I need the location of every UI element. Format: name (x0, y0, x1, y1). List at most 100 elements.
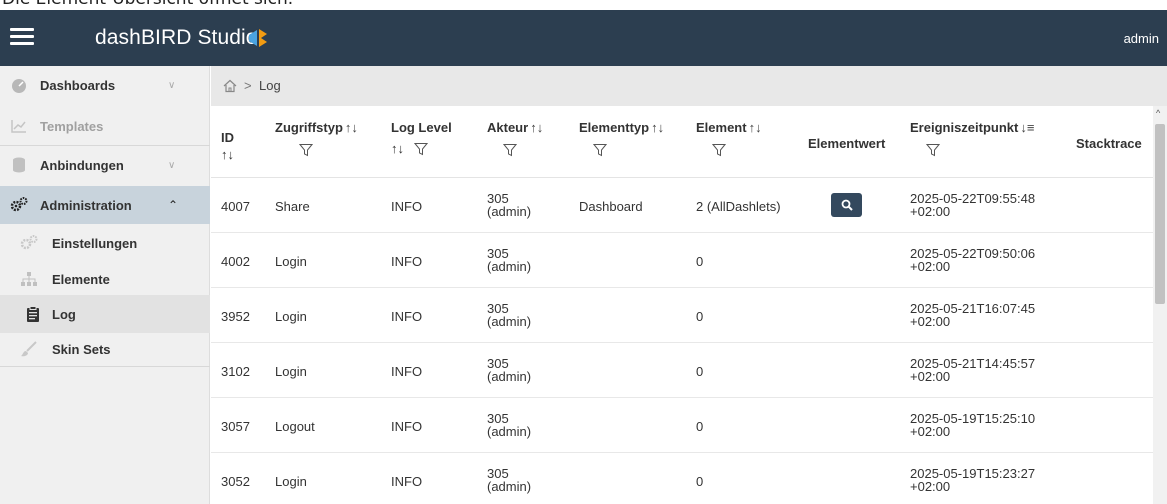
sidebar-item-elemente[interactable]: Elemente (0, 260, 210, 298)
table-row[interactable]: 3952 Login INFO 305 (admin) 0 2025-05-21T… (211, 288, 1153, 343)
hamburger-menu-icon[interactable] (10, 25, 34, 51)
column-header-element[interactable]: Element ↑↓ (696, 120, 762, 157)
column-header-akteur[interactable]: Akteur ↑↓ (487, 120, 543, 157)
sidebar-item-label: Anbindungen (40, 157, 124, 173)
cell-id: 4002 (221, 254, 250, 269)
cell-id: 3952 (221, 309, 250, 324)
cell-log-level: INFO (391, 474, 423, 489)
app-title: dashBIRD Studio (95, 26, 258, 49)
table-header: ID ↑↓ Zugriffstyp ↑↓ Log Level ↑↓ Akteur ↑… (211, 106, 1153, 178)
sidebar-item-templates[interactable]: Templates (0, 107, 210, 145)
cell-ereigniszeitpunkt: 2025-05-22T09:50:06 +02:00 (910, 246, 1036, 274)
log-table: ID ↑↓ Zugriffstyp ↑↓ Log Level ↑↓ Akteur ↑… (211, 106, 1153, 504)
sidebar-item-label: Einstellungen (52, 235, 138, 251)
cell-zugriffstyp: Login (275, 254, 307, 269)
filter-icon[interactable] (926, 143, 940, 157)
clipboard-icon (27, 306, 39, 322)
cell-akteur: 305 (admin) (487, 301, 532, 329)
gears-icon (10, 197, 28, 212)
cell-akteur: 305 (admin) (487, 466, 532, 494)
scrollbar-thumb[interactable] (1155, 124, 1165, 304)
chevron-down-icon: ∨ (168, 159, 176, 171)
cell-ereigniszeitpunkt: 2025-05-19T15:23:27 +02:00 (910, 466, 1036, 494)
user-menu[interactable]: admin (1124, 31, 1159, 46)
cell-zugriffstyp: Share (275, 199, 310, 214)
cell-ereigniszeitpunkt: 2025-05-21T14:45:57 +02:00 (910, 356, 1036, 384)
table-row[interactable]: 3052 Login INFO 305 (admin) 0 2025-05-19T… (211, 453, 1153, 504)
column-header-elementtyp[interactable]: Elementtyp ↑↓ (579, 120, 664, 157)
gears-icon (20, 235, 38, 250)
home-icon[interactable] (223, 79, 237, 93)
cell-log-level: INFO (391, 199, 423, 214)
cell-id: 3052 (221, 474, 250, 489)
sidebar-item-einstellungen[interactable]: Einstellungen (0, 224, 210, 262)
cell-element: 2 (AllDashlets) (696, 199, 781, 214)
sort-icon[interactable]: ↑↓ (221, 147, 234, 162)
table-row[interactable]: 3102 Login INFO 305 (admin) 0 2025-05-21T… (211, 343, 1153, 398)
sidebar-divider (0, 366, 210, 367)
page-caption: Die Element-Übersicht öffnet sich. (0, 0, 1167, 10)
sidebar-item-label: Dashboards (40, 77, 116, 93)
sitemap-icon (21, 272, 37, 286)
table-row[interactable]: 3057 Logout INFO 305 (admin) 0 2025-05-19… (211, 398, 1153, 453)
table-row[interactable]: 4002 Login INFO 305 (admin) 0 2025-05-22T… (211, 233, 1153, 288)
cell-log-level: INFO (391, 254, 423, 269)
sidebar-item-label: Administration (40, 197, 132, 213)
cell-element: 0 (696, 254, 704, 269)
sidebar-item-administration[interactable]: Administration ⌃ (0, 186, 210, 224)
vertical-scrollbar[interactable]: ^ (1153, 106, 1167, 504)
sort-icon[interactable]: ↑↓ (651, 120, 664, 135)
filter-icon[interactable] (712, 143, 726, 157)
filter-icon[interactable] (593, 143, 607, 157)
sidebar-item-label: Skin Sets (52, 341, 111, 357)
table-row[interactable]: 4007 Share INFO 305 (admin) Dashboard 2 (… (211, 178, 1153, 233)
chart-icon (11, 120, 26, 133)
cell-log-level: INFO (391, 309, 423, 324)
chevron-down-icon: ∨ (168, 79, 176, 91)
cell-log-level: INFO (391, 364, 423, 379)
filter-icon[interactable] (414, 142, 428, 156)
cell-zugriffstyp: Logout (275, 419, 315, 434)
cell-zugriffstyp: Login (275, 309, 307, 324)
scroll-up-arrow-icon[interactable]: ^ (1156, 108, 1160, 118)
cell-ereigniszeitpunkt: 2025-05-21T16:07:45 +02:00 (910, 301, 1036, 329)
cell-akteur: 305 (admin) (487, 191, 532, 219)
cell-ereigniszeitpunkt: 2025-05-22T09:55:48 +02:00 (910, 191, 1036, 219)
chevron-up-icon: ⌃ (168, 198, 179, 212)
column-header-ereigniszeitpunkt[interactable]: Ereigniszeitpunkt ↓≡ (910, 120, 1034, 157)
column-header-id[interactable]: ID ↑↓ (221, 130, 234, 162)
sidebar-item-log[interactable]: Log (0, 295, 210, 333)
cell-id: 4007 (221, 199, 250, 214)
breadcrumb-current: Log (259, 78, 281, 93)
sort-icon[interactable]: ↑↓ (749, 120, 762, 135)
cell-id: 3102 (221, 364, 250, 379)
sidebar-item-skin-sets[interactable]: Skin Sets (0, 330, 210, 368)
breadcrumb-separator: > (244, 78, 252, 93)
cell-elementtyp: Dashboard (579, 199, 643, 214)
sort-icon[interactable]: ↑↓ (345, 120, 358, 135)
breadcrumb: > Log (211, 66, 1167, 106)
dashboard-gauge-icon (12, 79, 26, 93)
top-bar: dashBIRD Studio admin (0, 10, 1167, 66)
sidebar-item-anbindungen[interactable]: Anbindungen ∨ (0, 146, 210, 184)
cell-log-level: INFO (391, 419, 423, 434)
cell-akteur: 305 (admin) (487, 246, 532, 274)
sort-icon[interactable]: ↑↓ (391, 141, 404, 156)
search-icon (841, 199, 853, 211)
database-icon (13, 157, 25, 173)
sort-desc-icon[interactable]: ↓≡ (1020, 120, 1034, 135)
cell-element: 0 (696, 309, 704, 324)
cell-id: 3057 (221, 419, 250, 434)
sidebar-item-dashboards[interactable]: Dashboards ∨ (0, 66, 210, 104)
view-value-button[interactable] (831, 193, 862, 217)
cell-element: 0 (696, 474, 704, 489)
sort-icon[interactable]: ↑↓ (530, 120, 543, 135)
column-header-stacktrace: Stacktrace (1076, 136, 1142, 151)
caption-text: Die Element-Übersicht öffnet sich. (2, 0, 293, 9)
column-header-log-level[interactable]: Log Level ↑↓ (391, 120, 452, 156)
filter-icon[interactable] (503, 143, 517, 157)
sidebar: Dashboards ∨ Templates Anbindungen ∨ Adm… (0, 66, 210, 504)
cell-akteur: 305 (admin) (487, 411, 532, 439)
column-header-zugriffstyp[interactable]: Zugriffstyp ↑↓ (275, 120, 358, 157)
filter-icon[interactable] (299, 143, 313, 157)
